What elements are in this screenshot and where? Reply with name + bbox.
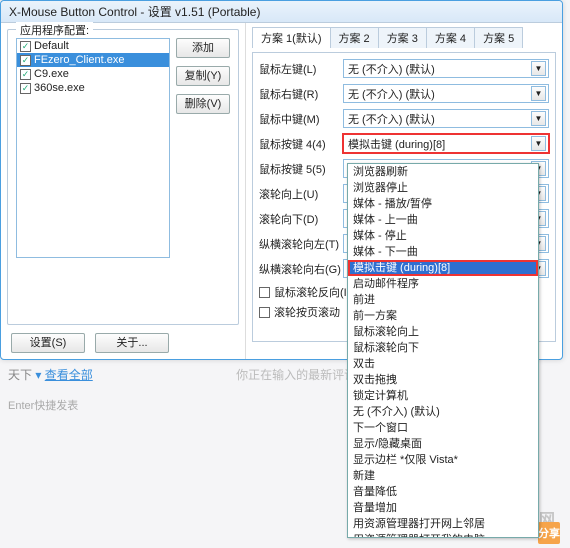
dropdown-option[interactable]: 启动邮件程序 [348,276,538,292]
checkbox-label: 鼠标滚轮反向(I) [274,284,350,300]
list-item[interactable]: ✓ FEzero_Client.exe [17,53,169,67]
show-all-link[interactable]: 查看全部 [45,368,93,382]
dropdown-option[interactable]: 媒体 - 停止 [348,228,538,244]
binding-select-button4[interactable]: 模拟击键 (during)[8] ▼ [343,134,549,153]
list-item-label: FEzero_Client.exe [34,54,125,66]
delete-button[interactable]: 删除(V) [176,94,230,114]
binding-label: 鼠标右键(R) [259,86,337,102]
dropdown-option[interactable]: 用资源管理器打开网上邻居 [348,516,538,532]
button-column: 添加 复制(Y) 删除(V) [176,38,230,258]
select-value: 模拟击键 (during)[8] [348,136,445,152]
bottom-buttons: 设置(S) 关于... [7,333,239,353]
app-profile-group: 应用程序配置: ✓ Default ✓ FEzero_Client.exe ✓ [7,29,239,325]
dropdown-option[interactable]: 媒体 - 播放/暂停 [348,196,538,212]
select-value: 无 (不介入) (默认) [348,111,435,127]
bg-text: 天下 [8,368,32,382]
about-button[interactable]: 关于... [95,333,169,353]
chevron-down-icon[interactable]: ▼ [531,136,546,151]
dropdown-option[interactable]: 浏览器停止 [348,180,538,196]
dropdown-option[interactable]: 双击拖拽 [348,372,538,388]
binding-row: 鼠标按键 4(4) 模拟击键 (during)[8] ▼ [259,134,549,153]
dropdown-option[interactable]: 模拟击键 (during)[8] [348,260,538,276]
dropdown-option[interactable]: 音量增加 [348,500,538,516]
dropdown-option[interactable]: 媒体 - 上一曲 [348,212,538,228]
binding-label: 纵横滚轮向左(T) [259,236,337,252]
binding-label: 鼠标中键(M) [259,111,337,127]
checkbox-icon[interactable]: ✓ [259,307,270,318]
dropdown-option[interactable]: 下一个窗口 [348,420,538,436]
tab-profile-2[interactable]: 方案 2 [330,27,379,48]
tab-profile-3[interactable]: 方案 3 [378,27,427,48]
select-value: 无 (不介入) (默认) [348,86,435,102]
settings-button[interactable]: 设置(S) [11,333,85,353]
binding-label: 鼠标左键(L) [259,61,337,77]
binding-select-middle[interactable]: 无 (不介入) (默认) ▼ [343,109,549,128]
list-item-label: Default [34,40,69,52]
list-item[interactable]: ✓ C9.exe [17,67,169,81]
binding-dropdown-list[interactable]: 浏览器刷新浏览器停止媒体 - 播放/暂停媒体 - 上一曲媒体 - 停止媒体 - … [347,163,539,538]
profile-listbox[interactable]: ✓ Default ✓ FEzero_Client.exe ✓ C9.exe [16,38,170,258]
dropdown-option[interactable]: 媒体 - 下一曲 [348,244,538,260]
list-item[interactable]: ✓ 360se.exe [17,81,169,95]
copy-button[interactable]: 复制(Y) [176,66,230,86]
tab-profile-5[interactable]: 方案 5 [474,27,523,48]
binding-label: 滚轮向上(U) [259,186,337,202]
dropdown-option[interactable]: 显示边栏 *仅限 Vista* [348,452,538,468]
dropdown-option[interactable]: 显示/隐藏桌面 [348,436,538,452]
list-item-label: C9.exe [34,68,69,80]
dropdown-option[interactable]: 用资源管理器打开我的电脑 [348,532,538,538]
binding-label: 纵横滚轮向右(G) [259,261,337,277]
share-label: 分享 [538,525,560,541]
tab-strip: 方案 1(默认) 方案 2 方案 3 方案 4 方案 5 [252,27,556,48]
binding-label: 滚轮向下(D) [259,211,337,227]
dropdown-option[interactable]: 前一方案 [348,308,538,324]
share-button[interactable]: 分享 [538,522,560,544]
checkbox-icon[interactable]: ✓ [20,83,31,94]
dropdown-option[interactable]: 音量降低 [348,484,538,500]
checkbox-icon[interactable]: ✓ [259,287,270,298]
app-row: ✓ Default ✓ FEzero_Client.exe ✓ C9.exe [16,38,230,258]
chevron-down-icon[interactable]: ▼ [531,86,546,101]
group-title: 应用程序配置: [16,22,93,38]
add-button[interactable]: 添加 [176,38,230,58]
list-item-label: 360se.exe [34,82,85,94]
dropdown-option[interactable]: 新建 [348,468,538,484]
dropdown-option[interactable]: 前进 [348,292,538,308]
checkbox-icon[interactable]: ✓ [20,69,31,80]
tab-profile-4[interactable]: 方案 4 [426,27,475,48]
list-item[interactable]: ✓ Default [17,39,169,53]
chevron-down-icon: ▾ [35,368,41,382]
dropdown-option[interactable]: 鼠标滚轮向下 [348,340,538,356]
dropdown-option[interactable]: 浏览器刷新 [348,164,538,180]
dropdown-option[interactable]: 双击 [348,356,538,372]
binding-label: 鼠标按键 4(4) [259,136,337,152]
dropdown-option[interactable]: 锁定计算机 [348,388,538,404]
binding-row: 鼠标中键(M) 无 (不介入) (默认) ▼ [259,109,549,128]
binding-label: 鼠标按键 5(5) [259,161,337,177]
select-value: 无 (不介入) (默认) [348,61,435,77]
chevron-down-icon[interactable]: ▼ [531,61,546,76]
dropdown-option[interactable]: 鼠标滚轮向上 [348,324,538,340]
checkbox-icon[interactable]: ✓ [20,55,31,66]
chevron-down-icon[interactable]: ▼ [531,111,546,126]
obscured-text: 你正在输入的最新评论 [236,368,356,382]
left-pane: 应用程序配置: ✓ Default ✓ FEzero_Client.exe ✓ [1,23,246,359]
binding-select-left[interactable]: 无 (不介入) (默认) ▼ [343,59,549,78]
window-title: X-Mouse Button Control - 设置 v1.51 (Porta… [1,1,562,23]
checkbox-icon[interactable]: ✓ [20,41,31,52]
dropdown-option[interactable]: 无 (不介入) (默认) [348,404,538,420]
binding-row: 鼠标右键(R) 无 (不介入) (默认) ▼ [259,84,549,103]
tab-profile-1[interactable]: 方案 1(默认) [252,27,331,48]
binding-row: 鼠标左键(L) 无 (不介入) (默认) ▼ [259,59,549,78]
binding-select-right[interactable]: 无 (不介入) (默认) ▼ [343,84,549,103]
checkbox-label: 滚轮按页滚动 [274,304,340,320]
